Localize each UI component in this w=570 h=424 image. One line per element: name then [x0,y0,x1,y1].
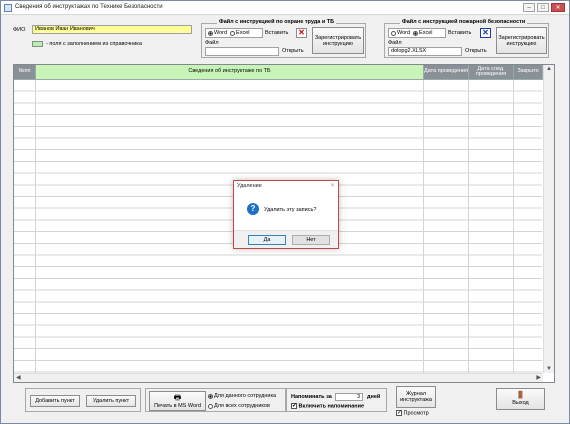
fire-file-field[interactable]: dolopg2.XLSX [388,47,462,56]
labor-register-button[interactable]: Зарегистрировать инструкцию [312,27,364,54]
fire-radio-excel-label: Excel [419,30,433,36]
labor-open-button[interactable]: Открыть [282,48,304,54]
column-header-date[interactable]: Дата проведения [424,65,469,80]
labor-format-radios: Word Excel [205,28,263,38]
fire-clear-icon[interactable]: ✕ [480,28,491,38]
scroll-left-icon[interactable]: ◀ [16,375,21,381]
window-title: Сведения об инструктажах по Технике Безо… [15,4,163,10]
horizontal-scrollbar[interactable]: ◀ ▶ [14,373,543,382]
fio-field[interactable]: Иванов Иван Иванович [32,25,192,34]
exit-button[interactable]: 🚪 Выход [496,388,545,410]
labor-radio-excel-label: Excel [236,30,250,36]
add-item-button[interactable]: Добавить пункт [30,395,80,407]
print-radio-all-label: Для всех сотрудников [214,403,270,409]
column-header-num[interactable]: №пп [14,65,36,80]
remind-days-input[interactable]: 3 [335,393,363,401]
fire-radio-word-label: Word [397,30,411,36]
print-word-label: Печать в MS Word [154,402,201,409]
column-header-info[interactable]: Сведения об инструктаже по ТБ [36,65,424,80]
item-actions-frame: Добавить пункт Удалить пункт [25,388,141,412]
radio-off-icon [208,403,213,409]
column-header-next-date[interactable]: Дата след. проведения [469,65,514,80]
radio-off-icon [391,30,396,36]
dialog-footer: Да Нет [234,230,338,248]
fire-open-button[interactable]: Открыть [465,48,487,54]
dialog-no-button[interactable]: Нет [292,235,330,245]
preview-label: Просмотр [403,410,429,417]
radio-on-icon [208,30,213,36]
exit-label: Выход [512,400,529,406]
main-window: Сведения об инструктажах по Технике Безо… [0,0,570,424]
dialog-message: Удалить эту запись? [264,207,317,213]
exit-door-icon: 🚪 [516,392,525,399]
column-header-closed[interactable]: Закрыто [514,65,543,80]
fire-format-radios: Word Excel [388,28,446,38]
radio-on-icon [208,393,213,399]
fire-radio-word[interactable]: Word [391,30,410,36]
printer-icon: 🖶 [173,392,182,402]
checkbox-checked-icon [291,402,297,409]
labor-file-field[interactable] [205,47,279,56]
remind-unit-label: дней [367,394,381,400]
bottom-toolbar: Добавить пункт Удалить пункт 🖶 Печать в … [13,385,555,421]
scroll-down-icon[interactable]: ▼ [546,366,552,372]
fire-file-label: Файл [388,40,402,46]
scroll-up-icon[interactable]: ▲ [546,66,552,72]
checkbox-checked-icon [396,409,402,416]
delete-item-button[interactable]: Удалить пункт [86,395,136,407]
enable-remind-checkbox[interactable]: Включить напоминание [291,402,365,410]
vertical-scrollbar[interactable]: ▲ ▼ [543,65,554,373]
print-word-button[interactable]: 🖶 Печать в MS Word [149,391,206,411]
fire-group-title: Файл с инструкцией пожарной безопасности [400,19,528,25]
journal-button[interactable]: Журнал инструктажа [396,386,436,408]
radio-on-icon [413,30,419,36]
print-radio-all[interactable]: Для всех сотрудников [208,403,270,409]
labor-file-label: Файл [205,40,219,46]
dialog-close-icon[interactable]: ✕ [330,182,335,189]
app-icon [4,4,12,12]
legend-text: - поля с заполнением из справочника [46,41,142,47]
fire-insert-button[interactable]: Вставить [448,30,471,36]
fio-label: ФИО [13,27,26,33]
labor-radio-word-label: Word [214,30,228,36]
maximize-button[interactable]: □ [537,3,549,12]
table-header: №пп Сведения об инструктаже по ТБ Дата п… [14,65,554,80]
enable-remind-label: Включить напоминание [298,403,365,410]
title-bar[interactable]: Сведения об инструктажах по Технике Безо… [1,1,569,15]
print-radio-current-label: Для данного сотрудника [214,393,277,399]
labor-insert-button[interactable]: Вставить [265,30,288,36]
labor-radio-word[interactable]: Word [208,30,227,36]
print-radio-current[interactable]: Для данного сотрудника [208,393,276,399]
fire-register-button[interactable]: Зарегистрировать инструкцию [496,27,547,54]
fire-radio-excel[interactable]: Excel [413,30,433,36]
question-icon: ? [247,203,259,215]
dialog-title: Удаление [237,183,262,189]
preview-checkbox[interactable]: Просмотр [396,409,429,417]
labor-group-title: Файл с инструкцией по охране труда и ТБ [217,19,337,25]
labor-clear-icon[interactable]: ✕ [296,28,307,38]
legend-swatch [32,41,43,47]
minimize-button[interactable]: – [523,3,535,12]
scroll-right-icon[interactable]: ▶ [536,375,541,381]
labor-instruction-group: Файл с инструкцией по охране труда и ТБ … [201,19,366,58]
reminder-frame: Напоминать за 3 дней Включить напоминани… [286,388,387,412]
dialog-yes-button[interactable]: Да [248,235,286,245]
labor-radio-excel[interactable]: Excel [230,30,250,36]
remind-label: Напоминать за [291,394,332,400]
fire-instruction-group: Файл с инструкцией пожарной безопасности… [384,19,549,58]
close-window-button[interactable]: ✕ [551,3,565,12]
delete-confirm-dialog: Удаление ✕ ? Удалить эту запись? Да Нет [233,180,339,249]
print-frame: 🖶 Печать в MS Word Для данного сотрудник… [145,388,286,412]
radio-off-icon [230,30,236,36]
